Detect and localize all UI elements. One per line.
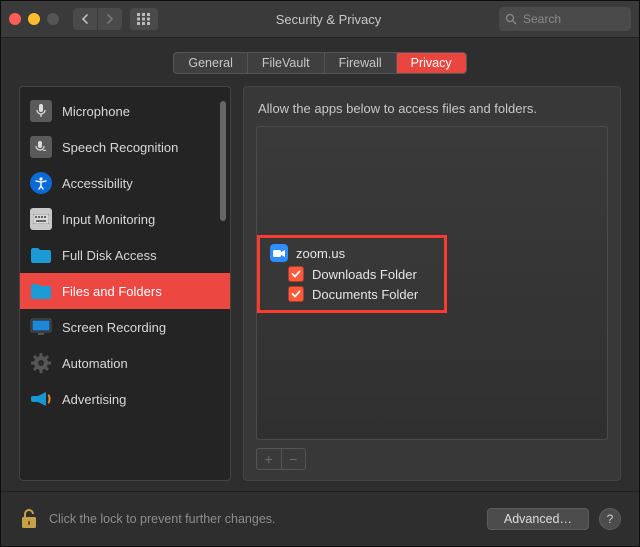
tab-privacy[interactable]: Privacy: [397, 53, 466, 73]
show-all-button[interactable]: [130, 8, 158, 30]
sidebar-item-label: Advertising: [62, 392, 126, 407]
sidebar-item-microphone[interactable]: Microphone: [20, 93, 230, 129]
microphone-icon: [30, 100, 52, 122]
megaphone-icon: [30, 388, 52, 410]
search-input[interactable]: [521, 11, 615, 27]
lock-button[interactable]: [19, 508, 39, 530]
sidebar-item-label: Files and Folders: [62, 284, 162, 299]
grid-icon: [137, 13, 151, 25]
keyboard-icon: [30, 208, 52, 230]
folder-icon: [30, 244, 52, 266]
advanced-button[interactable]: Advanced…: [487, 508, 589, 530]
accessibility-icon: [30, 172, 52, 194]
sidebar-item-label: Speech Recognition: [62, 140, 178, 155]
zoom-window-button[interactable]: [47, 13, 59, 25]
monitor-icon: [30, 316, 52, 338]
scrollbar-thumb[interactable]: [220, 101, 226, 221]
sidebar-item-files-folders[interactable]: Files and Folders: [20, 273, 230, 309]
scrollbar[interactable]: [220, 101, 226, 251]
sidebar-item-label: Full Disk Access: [62, 248, 157, 263]
add-button[interactable]: +: [257, 449, 282, 469]
preferences-window: Security & Privacy General FileVault Fir…: [0, 0, 640, 547]
check-icon: [291, 289, 301, 299]
search-field[interactable]: [499, 7, 631, 31]
chevron-right-icon: [106, 14, 114, 24]
tab-filevault[interactable]: FileVault: [248, 53, 325, 73]
sidebar-item-automation[interactable]: Automation: [20, 345, 230, 381]
privacy-category-list: Microphone Speech Recognition Accessibil…: [19, 86, 231, 481]
body: Microphone Speech Recognition Accessibil…: [1, 86, 639, 491]
sidebar-item-input-monitoring[interactable]: Input Monitoring: [20, 201, 230, 237]
close-window-button[interactable]: [9, 13, 21, 25]
forward-button[interactable]: [98, 8, 122, 30]
sidebar-item-label: Automation: [62, 356, 128, 371]
tabs: General FileVault Firewall Privacy: [173, 52, 466, 74]
speech-icon: [30, 136, 52, 158]
help-button[interactable]: ?: [599, 508, 621, 530]
gear-icon: [30, 352, 52, 374]
folder-icon: [30, 280, 52, 302]
app-permission-area: zoom.us Downloads Folder Documents Folde…: [256, 126, 608, 440]
zoom-app-icon: [270, 244, 288, 262]
search-icon: [505, 13, 517, 25]
sidebar-item-speech[interactable]: Speech Recognition: [20, 129, 230, 165]
sidebar-item-screen-recording[interactable]: Screen Recording: [20, 309, 230, 345]
tab-row: General FileVault Firewall Privacy: [1, 38, 639, 86]
sidebar-item-label: Screen Recording: [62, 320, 166, 335]
check-icon: [291, 269, 301, 279]
titlebar: Security & Privacy: [1, 1, 639, 38]
downloads-checkbox[interactable]: [288, 266, 304, 282]
highlighted-app-box: zoom.us Downloads Folder Documents Folde…: [257, 235, 447, 313]
footer: Click the lock to prevent further change…: [1, 491, 639, 546]
permission-label: Documents Folder: [312, 287, 418, 302]
chevron-left-icon: [81, 14, 89, 24]
app-name: zoom.us: [296, 246, 345, 261]
tab-firewall[interactable]: Firewall: [325, 53, 397, 73]
nav-buttons: [73, 8, 122, 30]
permission-label: Downloads Folder: [312, 267, 417, 282]
minimize-window-button[interactable]: [28, 13, 40, 25]
allow-description: Allow the apps below to access files and…: [258, 101, 606, 116]
documents-checkbox[interactable]: [288, 286, 304, 302]
sidebar-item-full-disk[interactable]: Full Disk Access: [20, 237, 230, 273]
sidebar-item-label: Accessibility: [62, 176, 133, 191]
detail-pane: Allow the apps below to access files and…: [243, 86, 621, 481]
lock-text: Click the lock to prevent further change…: [49, 512, 477, 526]
sidebar-item-label: Input Monitoring: [62, 212, 155, 227]
permission-row: Documents Folder: [288, 286, 434, 302]
lock-open-icon: [20, 508, 38, 530]
permission-row: Downloads Folder: [288, 266, 434, 282]
window-controls: [9, 13, 59, 25]
sidebar-item-advertising[interactable]: Advertising: [20, 381, 230, 417]
sidebar-item-accessibility[interactable]: Accessibility: [20, 165, 230, 201]
sidebar-item-label: Microphone: [62, 104, 130, 119]
window-title: Security & Privacy: [166, 12, 491, 27]
back-button[interactable]: [73, 8, 98, 30]
remove-button[interactable]: −: [282, 449, 306, 469]
tab-general[interactable]: General: [174, 53, 247, 73]
app-row: zoom.us: [270, 244, 434, 262]
add-remove-buttons: + −: [256, 448, 306, 470]
